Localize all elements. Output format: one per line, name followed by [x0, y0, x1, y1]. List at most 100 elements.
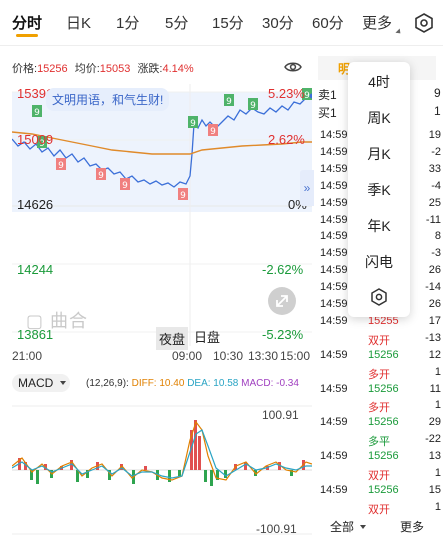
trade-time: 14:59: [320, 281, 348, 294]
trade-volume: 1: [434, 399, 441, 412]
trade-price: 15256: [368, 348, 399, 361]
session-day-label[interactable]: 日盘: [194, 327, 220, 346]
avg-value: 15053: [99, 63, 131, 75]
trade-volume: 1: [434, 365, 441, 378]
indicator-select[interactable]: MACD: [12, 374, 70, 392]
tab-daily-k[interactable]: 日K: [66, 12, 91, 33]
trade-time: 14:59: [320, 348, 348, 361]
trade-volume: 12: [428, 348, 441, 361]
trade-footer: 全部 更多: [318, 514, 443, 538]
trade-time: 14:59: [320, 416, 348, 429]
trade-volume: 29: [428, 416, 441, 429]
price-axis-low: 14244: [17, 262, 54, 277]
tab-1min[interactable]: 1分: [116, 12, 139, 33]
time-axis-1330: 13:30: [248, 349, 279, 363]
menu-item-yearly[interactable]: 年K: [348, 208, 410, 244]
trade-volume: 17: [428, 314, 441, 327]
menu-item-weekly[interactable]: 周K: [348, 100, 410, 136]
more-corner-icon: [395, 28, 403, 36]
menu-item-lightning[interactable]: 闪电: [348, 244, 410, 280]
tab-timeshare[interactable]: 分时: [12, 12, 42, 33]
trade-time: 14:59: [320, 247, 348, 260]
macd-params: (12,26,9): DIFF: 10.40 DEA: 10.58 MACD: …: [86, 378, 299, 389]
trade-time: 14:59: [320, 298, 348, 310]
trade-volume: 25: [428, 196, 441, 209]
svg-text:9: 9: [304, 91, 310, 101]
watermark-text: 曲合: [50, 311, 89, 331]
session-night-label[interactable]: 夜盘: [156, 327, 189, 350]
macd-axis-bottom: -100.91: [256, 522, 297, 536]
svg-text:9: 9: [190, 119, 196, 129]
trade-volume: 19: [428, 129, 441, 141]
settings-hexagon-icon[interactable]: [414, 13, 434, 33]
trade-volume: -2: [431, 145, 441, 158]
trade-time: 14:59: [320, 382, 348, 395]
trade-price: 15256: [368, 416, 399, 429]
settings-hexagon-icon[interactable]: [370, 288, 388, 306]
ask1-label: 卖1: [318, 88, 337, 102]
chat-bubble[interactable]: 文明用语，和气生财!: [46, 88, 170, 111]
time-axis-night-end: 09:00: [172, 349, 203, 363]
indicator-select-label: MACD: [18, 376, 54, 390]
trade-volume: 15: [428, 483, 441, 496]
trade-time: 14:59: [320, 314, 348, 327]
side-panel-toggle[interactable]: »: [300, 170, 314, 206]
svg-text:9: 9: [180, 191, 186, 201]
macd-value: MACD: -0.34: [241, 378, 299, 389]
macd-dea: DEA: 10.58: [187, 378, 239, 389]
time-axis-end: 15:00: [280, 349, 311, 363]
macd-axis-top: 100.91: [262, 408, 299, 422]
trade-price: 15256: [368, 483, 399, 496]
trade-time: 14:59: [320, 230, 348, 243]
trade-volume: -3: [431, 247, 441, 260]
filter-all-button[interactable]: 全部: [330, 518, 354, 535]
menu-item-quarterly[interactable]: 季K: [348, 172, 410, 208]
pct-axis-high: 2.62%: [268, 132, 305, 147]
more-trades-button[interactable]: 更多: [400, 518, 424, 535]
svg-text:9: 9: [122, 181, 128, 191]
trade-time: 14:59: [320, 179, 348, 192]
time-axis-1030: 10:30: [213, 349, 244, 363]
pct-axis-low: -2.62%: [262, 262, 304, 277]
chevron-down-icon: [60, 381, 66, 385]
price-axis-mid: 14626: [17, 197, 54, 212]
ask1-volume: 9: [434, 86, 441, 100]
tab-60min[interactable]: 60分: [312, 12, 344, 33]
price-info-row: 价格:15256 均价:15053 涨跌:4.14%: [12, 60, 194, 76]
trade-volume: 33: [428, 162, 441, 175]
tab-15min[interactable]: 15分: [212, 12, 244, 33]
trade-volume: -14: [425, 281, 441, 294]
avg-label: 均价:: [74, 63, 100, 75]
price-axis-high: 15009: [17, 132, 54, 147]
trade-time: 14:59: [320, 450, 348, 463]
tab-30min[interactable]: 30分: [262, 12, 294, 33]
menu-item-4h[interactable]: 4时: [348, 64, 410, 100]
svg-text:9: 9: [98, 171, 104, 181]
change-label: 涨跌:: [137, 63, 163, 75]
trade-volume: -11: [425, 213, 441, 226]
period-tab-bar: 分时 日K 1分 5分 15分 30分 60分 更多: [0, 0, 443, 46]
fullscreen-expand-icon[interactable]: [268, 287, 296, 315]
trade-volume: 26: [428, 298, 441, 310]
trade-volume: -22: [425, 433, 441, 446]
trade-time: 14:59: [320, 264, 348, 277]
trade-price: 15256: [368, 450, 399, 463]
time-axis-start: 21:00: [12, 349, 43, 363]
pct-axis-top: 5.23%: [268, 86, 305, 101]
trade-time: 14:59: [320, 213, 348, 226]
trade-volume: 13: [428, 450, 441, 463]
pct-axis-bottom: -5.23%: [262, 327, 304, 342]
trade-volume: 11: [429, 382, 441, 395]
tab-more[interactable]: 更多: [362, 12, 392, 33]
eye-icon[interactable]: [284, 60, 302, 74]
bid1-volume: 1: [434, 104, 441, 118]
svg-text:9: 9: [58, 161, 64, 171]
trade-volume: -13: [425, 331, 441, 344]
trade-volume: 8: [434, 230, 441, 243]
trade-volume: 1: [434, 500, 441, 513]
tab-5min[interactable]: 5分: [165, 12, 188, 33]
menu-item-monthly[interactable]: 月K: [348, 136, 410, 172]
watermark-box-icon: ▢: [26, 311, 45, 331]
svg-text:9: 9: [250, 101, 256, 111]
macd-param-set: (12,26,9):: [86, 378, 129, 389]
